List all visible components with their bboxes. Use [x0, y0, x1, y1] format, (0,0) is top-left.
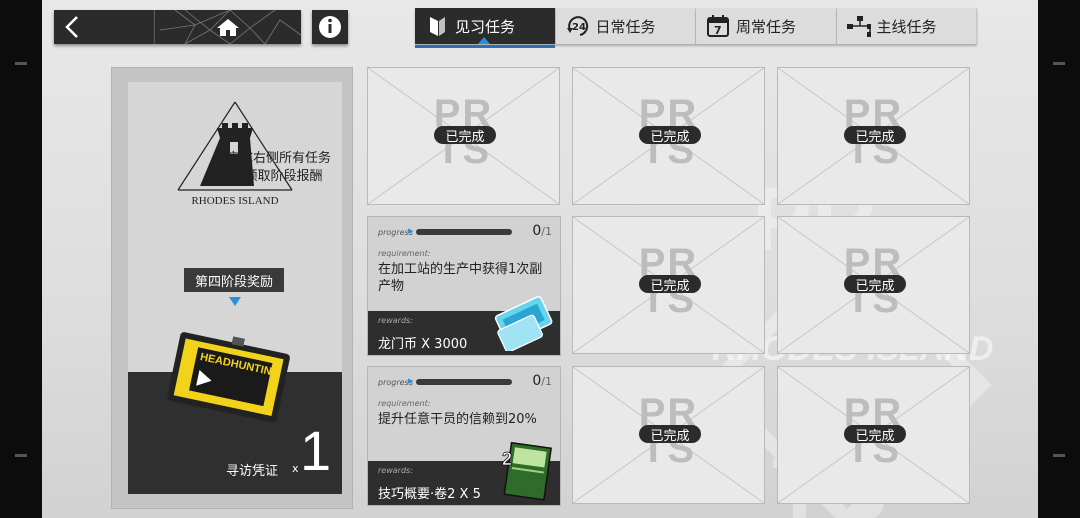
back-arrow-icon	[65, 10, 155, 44]
daily-24h-icon: 24	[566, 14, 590, 38]
completed-task-card[interactable]: PRTS 已完成	[778, 367, 969, 503]
active-tab-caret	[478, 37, 490, 44]
task-card[interactable]: progress ▶ 0/1 requirement: 在加工站的生产中获得1次…	[368, 217, 560, 355]
right-border	[1038, 0, 1080, 518]
headhunting-permit-icon: HEADHUNTING	[167, 332, 290, 423]
progress-bar	[416, 379, 512, 385]
active-tab-underline	[415, 45, 555, 48]
completed-task-card[interactable]: PRTS 已完成	[778, 217, 969, 353]
info-icon	[319, 16, 341, 38]
completed-task-card[interactable]: PRTS 已完成	[573, 68, 764, 204]
progress-arrow-icon: ▶	[408, 227, 414, 235]
border-tick	[1053, 62, 1065, 65]
stage-caret-icon	[229, 297, 241, 306]
stage-description: ·完成右侧所有任务 以领取阶段报酬	[170, 150, 384, 186]
reward-value: 技巧概要·卷2 X 5	[378, 487, 481, 502]
description-line: 以领取阶段报酬	[231, 169, 323, 184]
left-border	[0, 0, 42, 518]
progress-count: 0/1	[532, 373, 552, 389]
skill-summary-book-icon: 2	[502, 441, 552, 501]
progress-arrow-icon: ▶	[408, 377, 414, 385]
stage-reward-button[interactable]: 第四阶段奖励	[184, 268, 284, 292]
svg-text:2: 2	[502, 449, 512, 469]
tab-daily[interactable]: 24 日常任务	[555, 8, 696, 44]
mission-screen: PR TS RHODES ISLAND	[42, 0, 1038, 518]
completed-task-card[interactable]: PRTS 已完成	[573, 367, 764, 503]
mission-tabs: 见习任务 24 日常任务 7 周常任务 主线任务	[415, 8, 977, 48]
requirement-label: requirement:	[378, 399, 431, 408]
border-tick	[15, 454, 27, 457]
trainee-flag-icon	[425, 14, 449, 38]
completed-badge: 已完成	[434, 126, 496, 145]
mainline-tree-icon	[846, 14, 871, 38]
completed-task-card[interactable]: PRTS 已完成	[778, 68, 969, 204]
completed-badge: 已完成	[639, 126, 701, 145]
tab-label: 日常任务	[595, 17, 656, 36]
completed-task-card[interactable]: PRTS 已完成	[368, 68, 559, 204]
weekly-calendar-icon: 7	[706, 14, 730, 38]
task-requirement: 在加工站的生产中获得1次副产物	[378, 262, 543, 294]
reward-name: 寻访凭证	[226, 464, 279, 479]
completed-badge: 已完成	[639, 275, 701, 294]
completed-task-card[interactable]: PRTS 已完成	[573, 217, 764, 353]
rewards-label: rewards:	[378, 316, 413, 325]
home-icon	[159, 10, 301, 44]
task-card[interactable]: progress ▶ 0/1 requirement: 提升任意干员的信赖到20…	[368, 367, 560, 505]
border-tick	[15, 62, 27, 65]
tab-label: 主线任务	[876, 17, 937, 36]
svg-text:RHODES ISLAND: RHODES ISLAND	[191, 195, 278, 207]
home-button[interactable]	[154, 10, 301, 44]
completed-badge: 已完成	[844, 126, 906, 145]
completed-badge: 已完成	[844, 275, 906, 294]
requirement-label: requirement:	[378, 249, 431, 258]
back-button[interactable]	[54, 10, 155, 44]
task-reward: rewards: 技巧概要·卷2 X 5 2	[368, 441, 560, 505]
task-requirement: 提升任意干员的信赖到20%	[378, 412, 537, 427]
svg-text:7: 7	[714, 24, 722, 37]
tab-trainee[interactable]: 见习任务	[415, 8, 556, 48]
description-line: ·完成右侧所有任务	[222, 151, 332, 166]
task-reward: rewards: 龙门币 X 3000	[368, 295, 560, 355]
rewards-label: rewards:	[378, 466, 413, 475]
completed-badge: 已完成	[639, 425, 701, 444]
reward-multiplier: x	[292, 462, 299, 475]
completed-badge: 已完成	[844, 425, 906, 444]
info-button[interactable]	[312, 10, 348, 44]
tab-label: 周常任务	[736, 17, 797, 36]
tab-label: 见习任务	[455, 17, 516, 36]
reward-count: 1	[300, 419, 332, 482]
border-tick	[1053, 454, 1065, 457]
reward-value: 龙门币 X 3000	[378, 337, 468, 352]
progress-bar	[416, 229, 512, 235]
tab-mainline[interactable]: 主线任务	[836, 8, 977, 44]
svg-text:24: 24	[572, 22, 586, 33]
lmd-currency-icon	[494, 295, 553, 351]
progress-count: 0/1	[532, 223, 552, 239]
tab-weekly[interactable]: 7 周常任务	[696, 8, 837, 44]
